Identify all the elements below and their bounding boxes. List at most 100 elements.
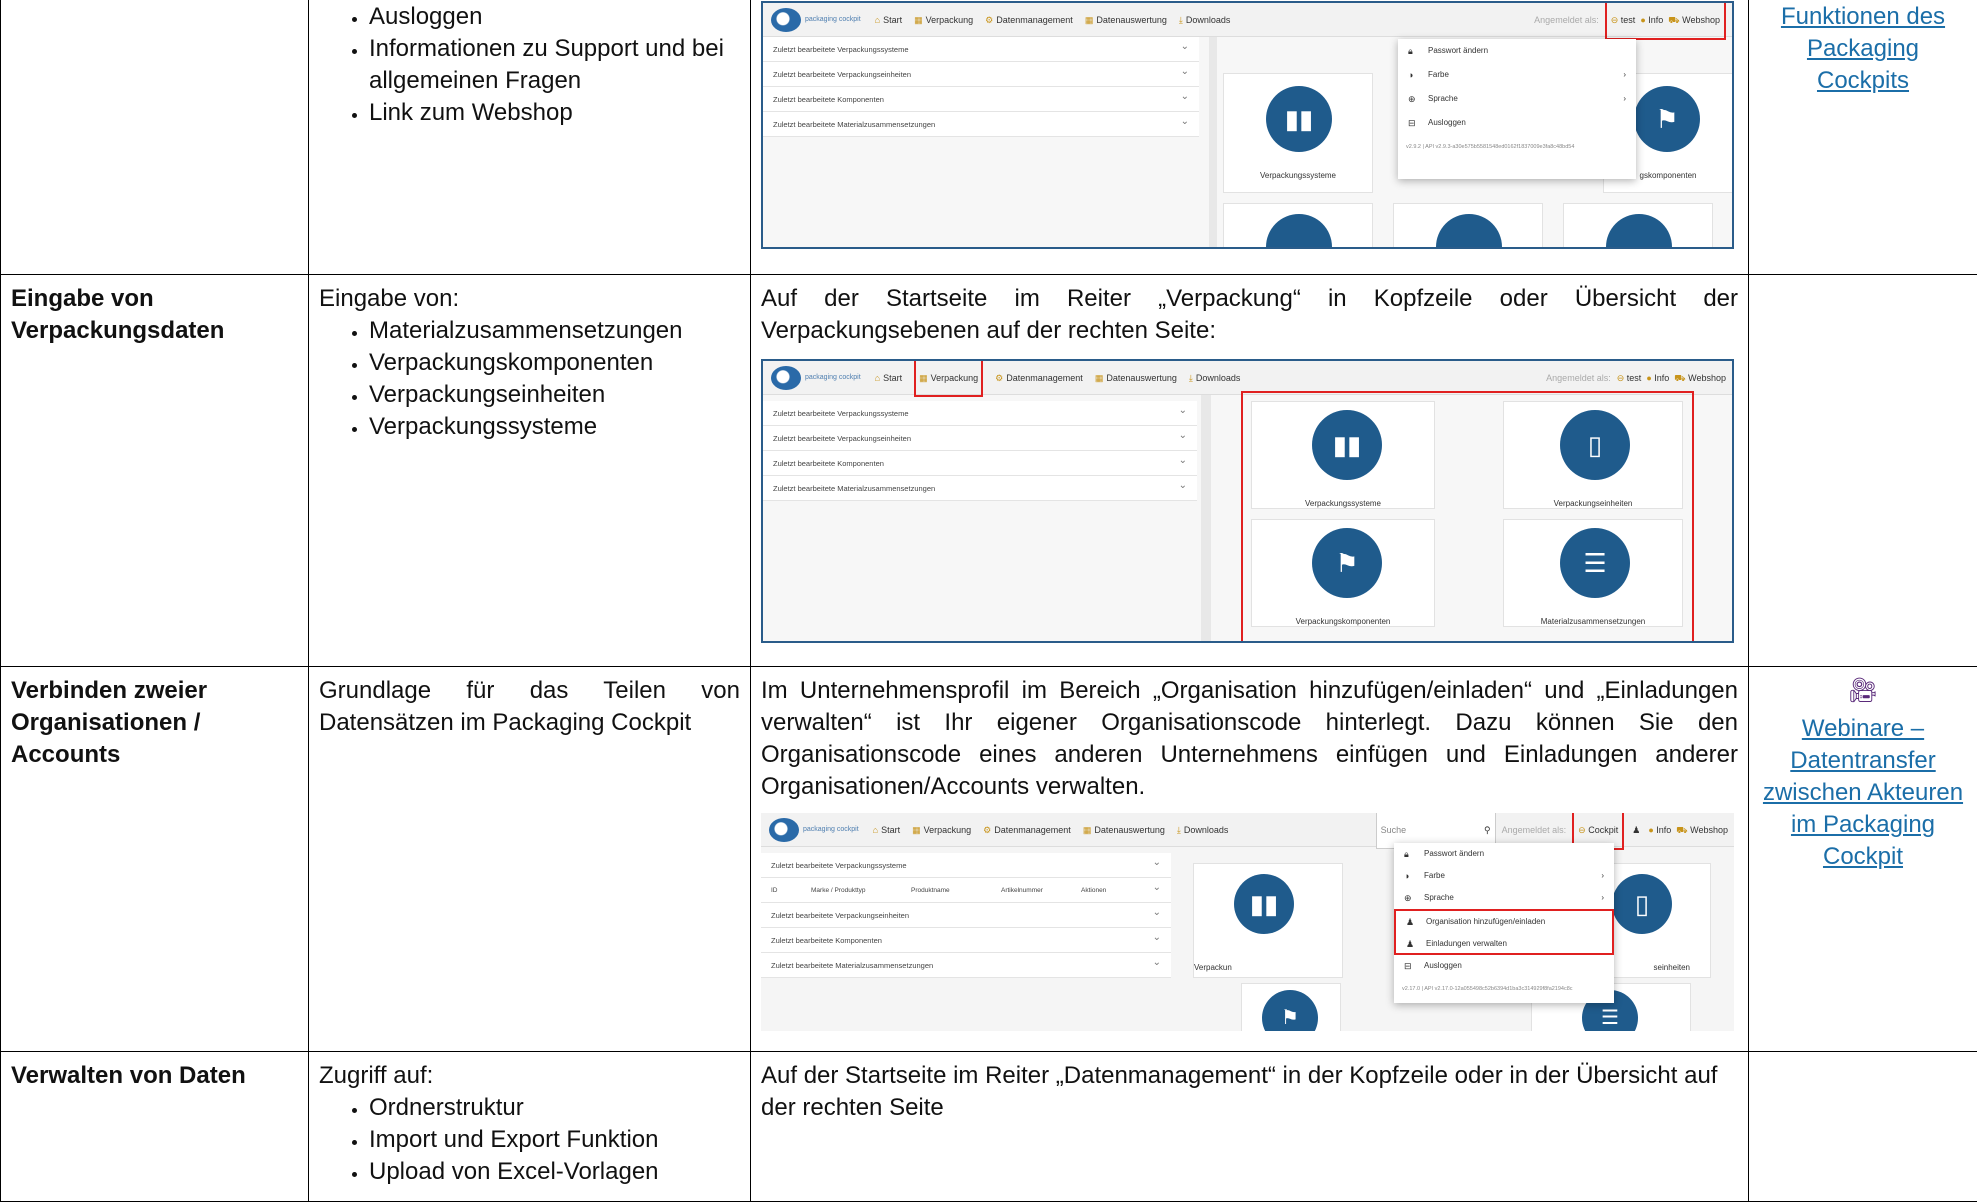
nav-start[interactable]: ⌂Start: [875, 362, 902, 394]
layers-icon: ☰: [1583, 547, 1606, 579]
menu-item[interactable]: ◑Farbe›: [1394, 865, 1614, 887]
cell-title: [1, 0, 309, 275]
tile-verpackungssysteme[interactable]: ▮▮ Verpackungssysteme: [1223, 73, 1373, 193]
recent-item[interactable]: Zuletzt bearbeitete Komponenten: [763, 87, 1199, 112]
cell-screenshot: Auf der Startseite im Reiter „Verpackung…: [751, 275, 1749, 667]
menu-item[interactable]: ⊕Sprache›: [1394, 887, 1614, 909]
recent-item[interactable]: Zuletzt bearbeitete Verpackungssysteme: [763, 37, 1199, 62]
nav-datenmanagement[interactable]: ⚙Datenmanagement: [995, 362, 1083, 394]
functions-link[interactable]: Funktionen des Packaging Cockpits: [1759, 1, 1967, 97]
bottles-icon: ▮▮: [1250, 888, 1279, 920]
bottles-icon: ▮▮: [1333, 429, 1362, 461]
cell-desc: Grundlage für das Teilen von Datensätzen…: [309, 667, 751, 1052]
list-item: Verpackungseinheiten: [369, 379, 740, 411]
nav-verpackung[interactable]: ▦Verpackung: [912, 814, 971, 846]
person-icon[interactable]: ♟: [1632, 814, 1640, 846]
cell-desc-long: Auf der Startseite im Reiter „Datenmanag…: [751, 1052, 1749, 1202]
menu-item[interactable]: ⊟Ausloggen: [1398, 111, 1636, 135]
menu-item[interactable]: ⊟Ausloggen: [1394, 955, 1614, 977]
bottle-icon: ▯: [1588, 429, 1602, 461]
list-item: Materialzusammensetzungen: [369, 315, 740, 347]
tile-verpackungssysteme[interactable]: ▮▮ Verpackungssysteme: [1251, 401, 1435, 509]
nav-datenmanagement[interactable]: ⚙Datenmanagement: [985, 4, 1073, 36]
globe-icon: ⊕: [1404, 887, 1412, 909]
flag-icon: ⚑: [1281, 1002, 1299, 1031]
recent-item[interactable]: Zuletzt bearbeitete Materialzusammensetz…: [763, 476, 1197, 501]
logo-icon: [771, 366, 801, 390]
webinar-link[interactable]: Webinare – Datentransfer zwischen Akteur…: [1759, 713, 1967, 873]
screenshot-verpackung: packaging cockpit ⌂Start ▦Verpackung ⚙Da…: [761, 359, 1734, 643]
tile-partial[interactable]: [1563, 203, 1713, 249]
recent-list: Zuletzt bearbeitete Verpackungssysteme Z…: [763, 37, 1199, 137]
table-row: Ausloggen Informationen zu Support und b…: [1, 0, 1977, 275]
nav-downloads[interactable]: ⤓Downloads: [1179, 4, 1231, 36]
nav-datenauswertung[interactable]: ▦Datenauswertung: [1095, 362, 1177, 394]
recent-item[interactable]: Zuletzt bearbeitete Komponenten: [763, 451, 1197, 476]
function-table: Ausloggen Informationen zu Support und b…: [0, 0, 1977, 1202]
recent-item[interactable]: Zuletzt bearbeitete Verpackungseinheiten: [763, 426, 1197, 451]
app-header: packaging cockpit ⌂Start ▦Verpackung ⚙Da…: [763, 361, 1732, 395]
recent-item[interactable]: Zuletzt bearbeitete Verpackungseinheiten: [763, 62, 1199, 87]
user-icon: ⊖: [1617, 362, 1625, 394]
app-header: packaging cockpit ⌂Start ▦Verpackung ⚙Da…: [763, 3, 1732, 37]
nav-datenauswertung[interactable]: ▦Datenauswertung: [1083, 814, 1165, 846]
cell-desc: Eingabe von: Materialzusammensetzungen V…: [309, 275, 751, 667]
nav-start[interactable]: ⌂Start: [875, 4, 902, 36]
tile-verpackungseinheiten[interactable]: ▯ Verpackungseinheiten: [1503, 401, 1683, 509]
scrollbar[interactable]: [1201, 395, 1211, 641]
user-icon: ⊖: [1578, 825, 1586, 835]
list-item: Verpackungssysteme: [369, 411, 740, 443]
nav-start[interactable]: ⌂Start: [873, 814, 900, 846]
menu-item[interactable]: ⊕Sprache›: [1398, 87, 1636, 111]
recent-item[interactable]: Zuletzt bearbeitete Verpackungssysteme: [763, 401, 1197, 426]
bullet-list: Materialzusammensetzungen Verpackungskom…: [319, 315, 740, 443]
menu-item[interactable]: 🔒︎Passwort ändern: [1394, 843, 1614, 865]
nav-verpackung[interactable]: ▦Verpackung: [914, 4, 973, 36]
list-item: Upload von Excel-Vorlagen: [369, 1156, 740, 1188]
info-icon: ●: [1646, 362, 1651, 394]
tile-partial[interactable]: [1393, 203, 1543, 249]
video-camera-icon: 🎥︎: [1759, 675, 1967, 707]
recent-item[interactable]: Zuletzt bearbeitete Verpackungseinheiten: [761, 903, 1171, 928]
recent-item[interactable]: Zuletzt bearbeitete Materialzusammensetz…: [763, 112, 1199, 137]
nav-datenauswertung[interactable]: ▦Datenauswertung: [1085, 4, 1167, 36]
tile-verpackungskomponenten[interactable]: ⚑ Verpackungskomponenten: [1251, 519, 1435, 627]
lock-icon: 🔒︎: [1408, 39, 1413, 63]
organisation-highlight: ♟Organisation hinzufügen/einladen ♟Einla…: [1394, 909, 1614, 955]
recent-item[interactable]: Zuletzt bearbeitete Materialzusammensetz…: [761, 953, 1171, 978]
nav-downloads[interactable]: ⤓Downloads: [1189, 362, 1241, 394]
tile-partial[interactable]: [1223, 203, 1373, 249]
cart-icon: ⛟: [1674, 362, 1685, 394]
table-row: Verbinden zweier Organisationen / Accoun…: [1, 667, 1977, 1052]
tile-verpackungssysteme[interactable]: ▮▮ Verpackun: [1193, 863, 1343, 978]
scrollbar[interactable]: [1209, 37, 1217, 247]
globe-icon: ⊕: [1408, 87, 1416, 111]
menu-item-einladungen[interactable]: ♟Einladungen verwalten: [1396, 933, 1612, 955]
color-icon: ◑: [1408, 63, 1413, 87]
tile-materialzusammensetzungen[interactable]: ☰ Materialzusammensetzungen: [1503, 519, 1683, 627]
flag-icon: ⚑: [1335, 547, 1358, 579]
logout-icon: ⊟: [1408, 111, 1416, 135]
recent-list: Zuletzt bearbeitete Verpackungssysteme I…: [761, 853, 1171, 978]
menu-item[interactable]: ◑Farbe›: [1398, 63, 1636, 87]
nav-datenmanagement[interactable]: ⚙Datenmanagement: [983, 814, 1071, 846]
recent-item[interactable]: Zuletzt bearbeitete Verpackungssysteme: [761, 853, 1171, 878]
bullet-list: Ordnerstruktur Import und Export Funktio…: [319, 1092, 740, 1188]
recent-item[interactable]: Zuletzt bearbeitete Komponenten: [761, 928, 1171, 953]
layers-icon: ☰: [1601, 1002, 1619, 1031]
user-menu-highlight[interactable]: ⊖ test ● Info ⛟ Webshop: [1605, 1, 1726, 40]
table-header: ID Marke / Produkttyp Produktname Artike…: [761, 878, 1171, 903]
logout-icon: ⊟: [1404, 955, 1412, 977]
menu-item-organisation[interactable]: ♟Organisation hinzufügen/einladen: [1396, 911, 1612, 933]
cell-desc: Zugriff auf: Ordnerstruktur Import und E…: [309, 1052, 751, 1202]
menu-item[interactable]: 🔒︎Passwort ändern: [1398, 39, 1636, 63]
list-item: Ordnerstruktur: [369, 1092, 740, 1124]
nav-downloads[interactable]: ⤓Downloads: [1177, 814, 1229, 846]
color-icon: ◑: [1404, 865, 1409, 887]
cell-link: 🎥︎ Webinare – Datentransfer zwischen Akt…: [1749, 667, 1977, 1052]
tile-partial[interactable]: ⚑: [1241, 983, 1341, 1031]
nav-verpackung[interactable]: ▦Verpackung: [914, 359, 983, 397]
user-dropdown: 🔒︎Passwort ändern ◑Farbe› ⊕Sprache› ⊟Aus…: [1398, 39, 1636, 179]
lock-icon: 🔒︎: [1404, 843, 1409, 865]
add-user-icon: ♟: [1406, 911, 1414, 933]
